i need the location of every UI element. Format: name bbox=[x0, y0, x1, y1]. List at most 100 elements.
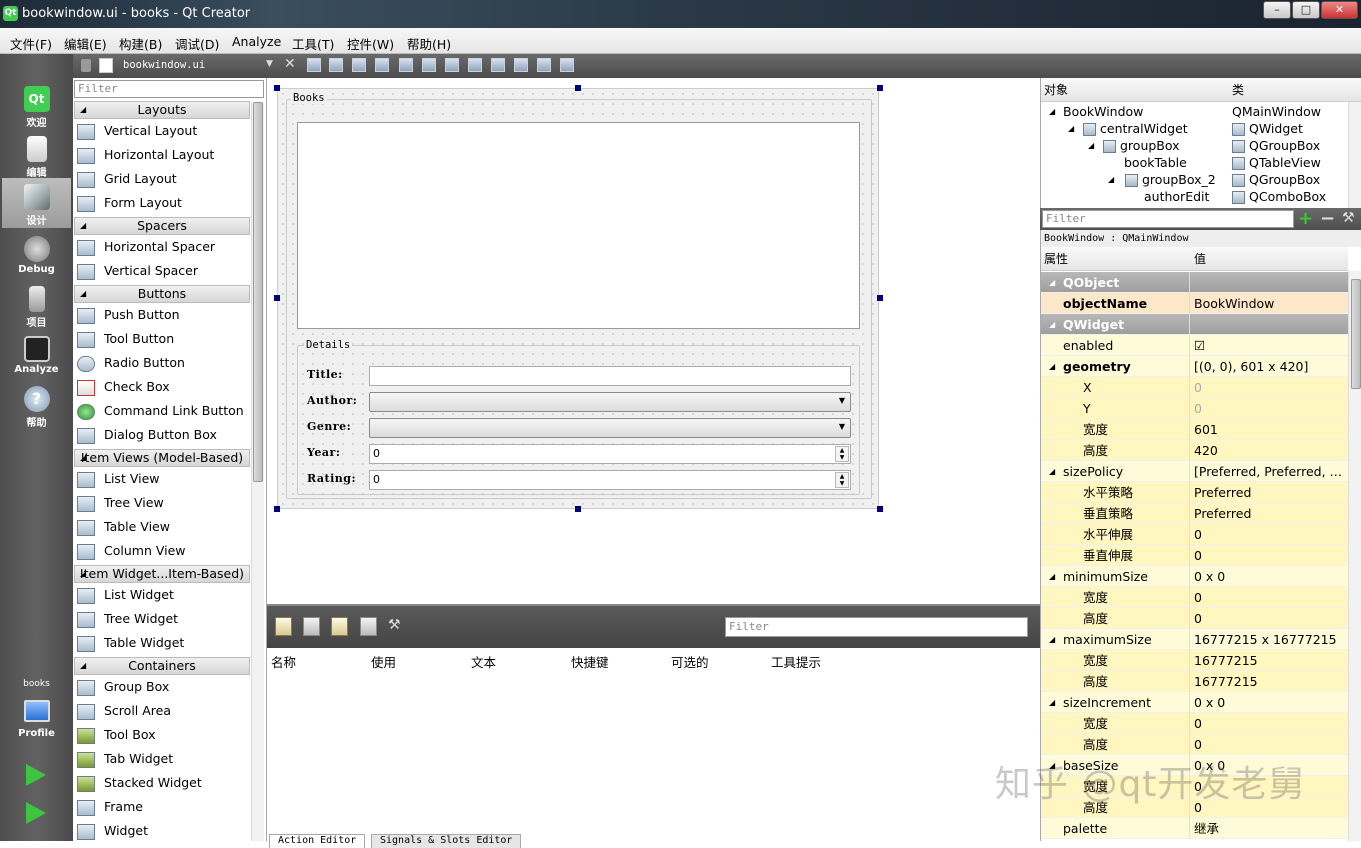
widget-radio-button[interactable]: Radio Button bbox=[77, 351, 249, 375]
resize-handle[interactable] bbox=[877, 506, 883, 512]
property-row[interactable]: 宽度 601 bbox=[1041, 419, 1348, 440]
details-group-box[interactable]: Details Title: Author: ▼ Genre: ▼ Year: … bbox=[297, 339, 860, 495]
property-value[interactable]: 0 x 0 bbox=[1194, 566, 1346, 587]
layout-horizontal-icon[interactable] bbox=[399, 58, 413, 72]
column-name[interactable]: 名称 bbox=[271, 652, 296, 671]
property-row[interactable]: 宽度 0 bbox=[1041, 587, 1348, 608]
property-value[interactable]: [(0, 0), 601 x 420] bbox=[1194, 356, 1346, 377]
tree-row[interactable]: authorEdit QComboBox bbox=[1041, 188, 1348, 205]
category-buttons[interactable]: ◢ Buttons bbox=[74, 285, 250, 303]
mode-analyze[interactable]: Analyze bbox=[2, 330, 71, 380]
property-row[interactable]: 垂直伸展 0 bbox=[1041, 545, 1348, 566]
property-value[interactable]: 0 bbox=[1194, 545, 1346, 566]
widget-tree-view[interactable]: Tree View bbox=[77, 491, 249, 515]
adjust-size-icon[interactable] bbox=[560, 58, 574, 72]
action-filter-input[interactable]: Filter bbox=[725, 617, 1028, 637]
property-row[interactable]: 水平策略 Preferred bbox=[1041, 482, 1348, 503]
menu-build[interactable]: 构建(B) bbox=[119, 34, 162, 53]
configure-wrench-icon[interactable]: ⚒ bbox=[1342, 210, 1355, 226]
mode-debug[interactable]: Debug bbox=[2, 230, 71, 280]
monitor-icon[interactable] bbox=[24, 700, 50, 722]
property-value[interactable]: ☑ bbox=[1194, 335, 1346, 356]
category-spacers[interactable]: ◢ Spacers bbox=[74, 217, 250, 235]
property-row[interactable]: ◢ QWidget bbox=[1041, 314, 1348, 335]
remove-property-icon[interactable]: − bbox=[1320, 208, 1335, 229]
resize-handle[interactable] bbox=[877, 295, 883, 301]
tree-row[interactable]: ◢ BookWindow QMainWindow bbox=[1041, 103, 1348, 120]
property-value[interactable]: 0 bbox=[1194, 713, 1346, 734]
tree-row[interactable]: ◢ centralWidget QWidget bbox=[1041, 120, 1348, 137]
scrollbar-thumb[interactable] bbox=[1351, 279, 1361, 389]
widget-form-layout[interactable]: Form Layout bbox=[77, 191, 249, 215]
maximize-button[interactable]: □ bbox=[1292, 1, 1320, 19]
widget-horizontal-spacer[interactable]: Horizontal Spacer bbox=[77, 235, 249, 259]
property-value[interactable]: 0 bbox=[1194, 524, 1346, 545]
menu-file[interactable]: 文件(F) bbox=[10, 34, 52, 53]
book-table[interactable] bbox=[297, 122, 860, 329]
object-inspector-scrollbar[interactable] bbox=[1348, 102, 1361, 208]
resize-handle[interactable] bbox=[274, 85, 280, 91]
scrollbar-thumb[interactable] bbox=[253, 102, 263, 482]
widget-stacked-widget[interactable]: Stacked Widget bbox=[77, 771, 249, 795]
spin-arrows-icon[interactable]: ▲ ▼ bbox=[835, 472, 849, 488]
books-group-box[interactable]: Books Details Title: Author: ▼ Genre: ▼ … bbox=[286, 92, 872, 499]
property-value[interactable]: [Preferred, Preferred, 0,... bbox=[1194, 461, 1346, 482]
property-value[interactable]: 0 x 0 bbox=[1194, 692, 1346, 713]
edit-widgets-icon[interactable] bbox=[307, 58, 321, 72]
property-row[interactable]: enabled ☑ bbox=[1041, 335, 1348, 356]
layout-vertical-icon[interactable] bbox=[422, 58, 436, 72]
widget-list-widget[interactable]: List Widget bbox=[77, 583, 249, 607]
property-row[interactable]: ◢ minimumSize 0 x 0 bbox=[1041, 566, 1348, 587]
widget-group-box[interactable]: Group Box bbox=[77, 675, 249, 699]
edit-tab-order-icon[interactable] bbox=[375, 58, 389, 72]
tab-signals-slots-editor[interactable]: Signals & Slots Editor bbox=[371, 834, 522, 848]
property-row[interactable]: ◢ maximumSize 16777215 x 16777215 bbox=[1041, 629, 1348, 650]
paste-action-icon[interactable] bbox=[331, 617, 348, 636]
new-action-icon[interactable] bbox=[275, 617, 292, 636]
genre-combo[interactable]: ▼ bbox=[369, 418, 851, 438]
property-row[interactable]: ◢ sizePolicy [Preferred, Preferred, 0,... bbox=[1041, 461, 1348, 482]
close-window-button[interactable]: ✕ bbox=[1321, 1, 1358, 19]
property-row[interactable]: 宽度 16777215 bbox=[1041, 650, 1348, 671]
property-value[interactable]: Preferred bbox=[1194, 503, 1346, 524]
menu-help[interactable]: 帮助(H) bbox=[407, 34, 451, 53]
property-value[interactable]: 16777215 bbox=[1194, 650, 1346, 671]
chevron-down-icon[interactable]: ▼ bbox=[266, 59, 273, 69]
resize-handle[interactable] bbox=[274, 506, 280, 512]
property-value[interactable]: Preferred bbox=[1194, 482, 1346, 503]
property-row[interactable]: palette 继承 bbox=[1041, 818, 1348, 839]
widget-table-widget[interactable]: Table Widget bbox=[77, 631, 249, 655]
header-property[interactable]: 属性 bbox=[1044, 247, 1068, 271]
widget-table-view[interactable]: Table View bbox=[77, 515, 249, 539]
widget-dialog-button-box[interactable]: Dialog Button Box bbox=[77, 423, 249, 447]
mode-help[interactable]: ? 帮助 bbox=[2, 380, 71, 430]
category-containers[interactable]: ◢ Containers bbox=[74, 657, 250, 675]
resize-handle[interactable] bbox=[877, 85, 883, 91]
copy-action-icon[interactable] bbox=[303, 617, 320, 636]
property-row[interactable]: 宽度 0 bbox=[1041, 713, 1348, 734]
edit-buddies-icon[interactable] bbox=[352, 58, 366, 72]
minimize-button[interactable]: – bbox=[1263, 1, 1291, 19]
run-icon[interactable] bbox=[26, 764, 46, 786]
widget-horizontal-layout[interactable]: Horizontal Layout bbox=[77, 143, 249, 167]
widget-check-box[interactable]: Check Box bbox=[77, 375, 249, 399]
widget-tool-button[interactable]: Tool Button bbox=[77, 327, 249, 351]
property-value[interactable]: 0 bbox=[1194, 398, 1346, 419]
property-row[interactable]: 高度 0 bbox=[1041, 734, 1348, 755]
add-property-icon[interactable]: + bbox=[1298, 208, 1313, 229]
menu-analyze[interactable]: Analyze bbox=[232, 34, 281, 49]
property-value[interactable]: 0 bbox=[1194, 734, 1346, 755]
widget-tab-widget[interactable]: Tab Widget bbox=[77, 747, 249, 771]
property-row[interactable]: Y0 bbox=[1041, 398, 1348, 419]
header-value[interactable]: 值 bbox=[1194, 247, 1206, 271]
break-layout-icon[interactable] bbox=[537, 58, 551, 72]
edit-signals-icon[interactable] bbox=[329, 58, 343, 72]
debug-run-icon[interactable] bbox=[26, 802, 46, 824]
widget-command-link-button[interactable]: Command Link Button bbox=[77, 399, 249, 423]
layout-splitter-v-icon[interactable] bbox=[468, 58, 482, 72]
resize-handle[interactable] bbox=[575, 506, 581, 512]
header-class[interactable]: 类 bbox=[1232, 78, 1244, 102]
column-used[interactable]: 使用 bbox=[371, 652, 396, 671]
layout-grid-icon[interactable] bbox=[514, 58, 528, 72]
property-value[interactable]: 420 bbox=[1194, 440, 1346, 461]
